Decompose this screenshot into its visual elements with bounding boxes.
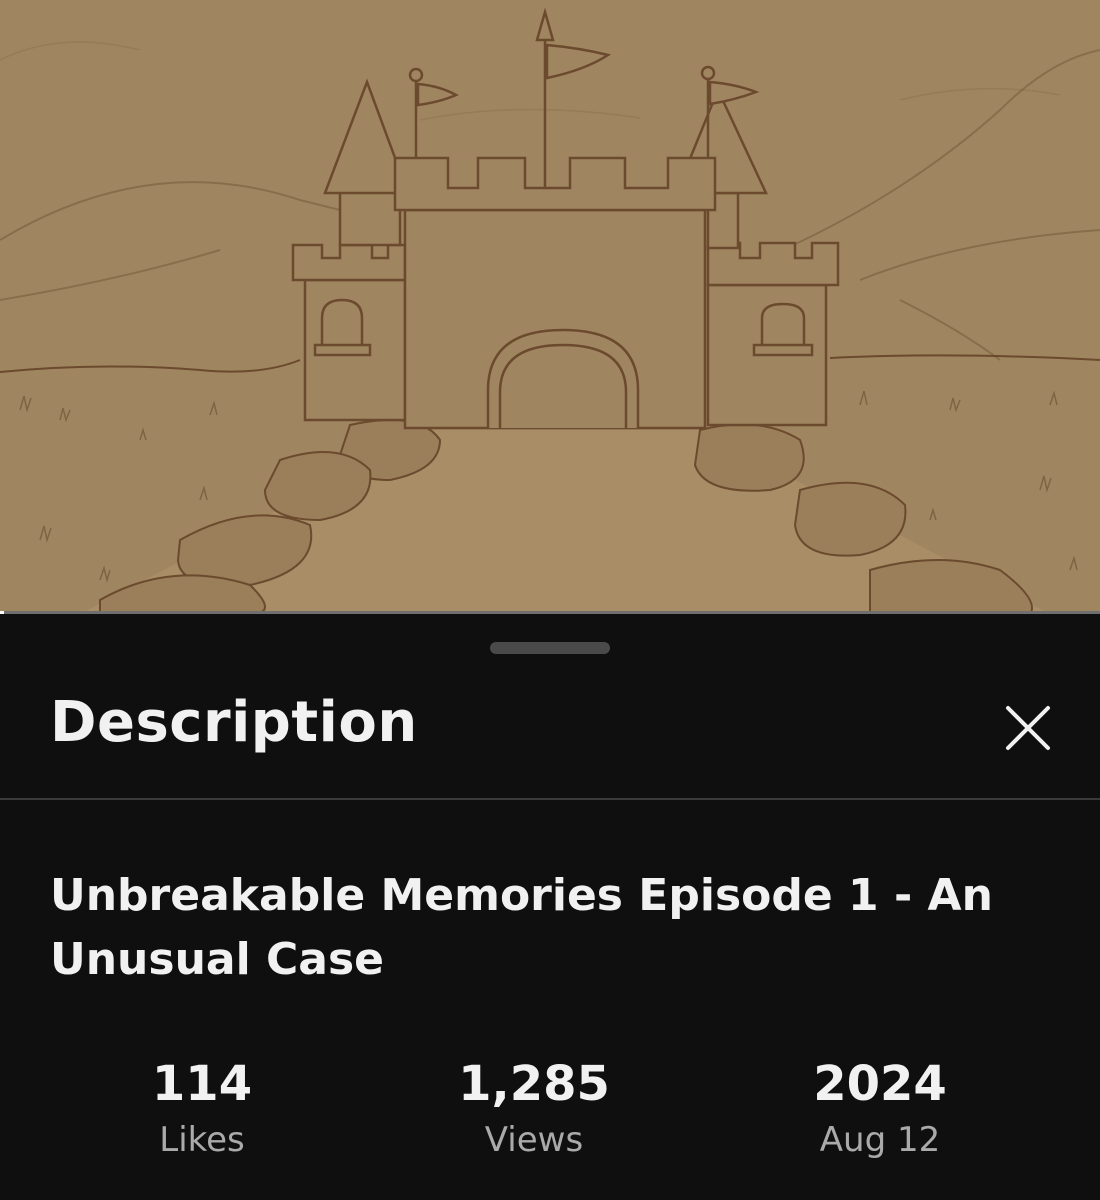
publish-year: 2024 [813,1056,947,1112]
views-label: Views [484,1120,584,1160]
video-title: Unbreakable Memories Episode 1 - An Unus… [50,870,993,985]
progress-bar[interactable] [0,611,1100,614]
likes-count: 114 [151,1056,253,1112]
description-sheet: Description Unbreakable Memories Episode… [0,618,1100,1200]
progress-fill [0,611,5,614]
views-stat: 1,285 Views [384,1054,684,1162]
video-player[interactable] [0,0,1100,614]
divider [0,798,1100,800]
sheet-title: Description [50,690,418,755]
likes-stat: 114 Likes [52,1054,352,1162]
views-count: 1,285 [458,1056,610,1112]
close-icon [1006,706,1050,750]
publish-date: Aug 12 [819,1120,941,1160]
likes-label: Likes [159,1120,245,1160]
close-button[interactable] [996,696,1060,760]
castle-illustration [0,0,1100,614]
drag-handle[interactable] [490,642,610,654]
date-stat: 2024 Aug 12 [730,1054,1030,1162]
